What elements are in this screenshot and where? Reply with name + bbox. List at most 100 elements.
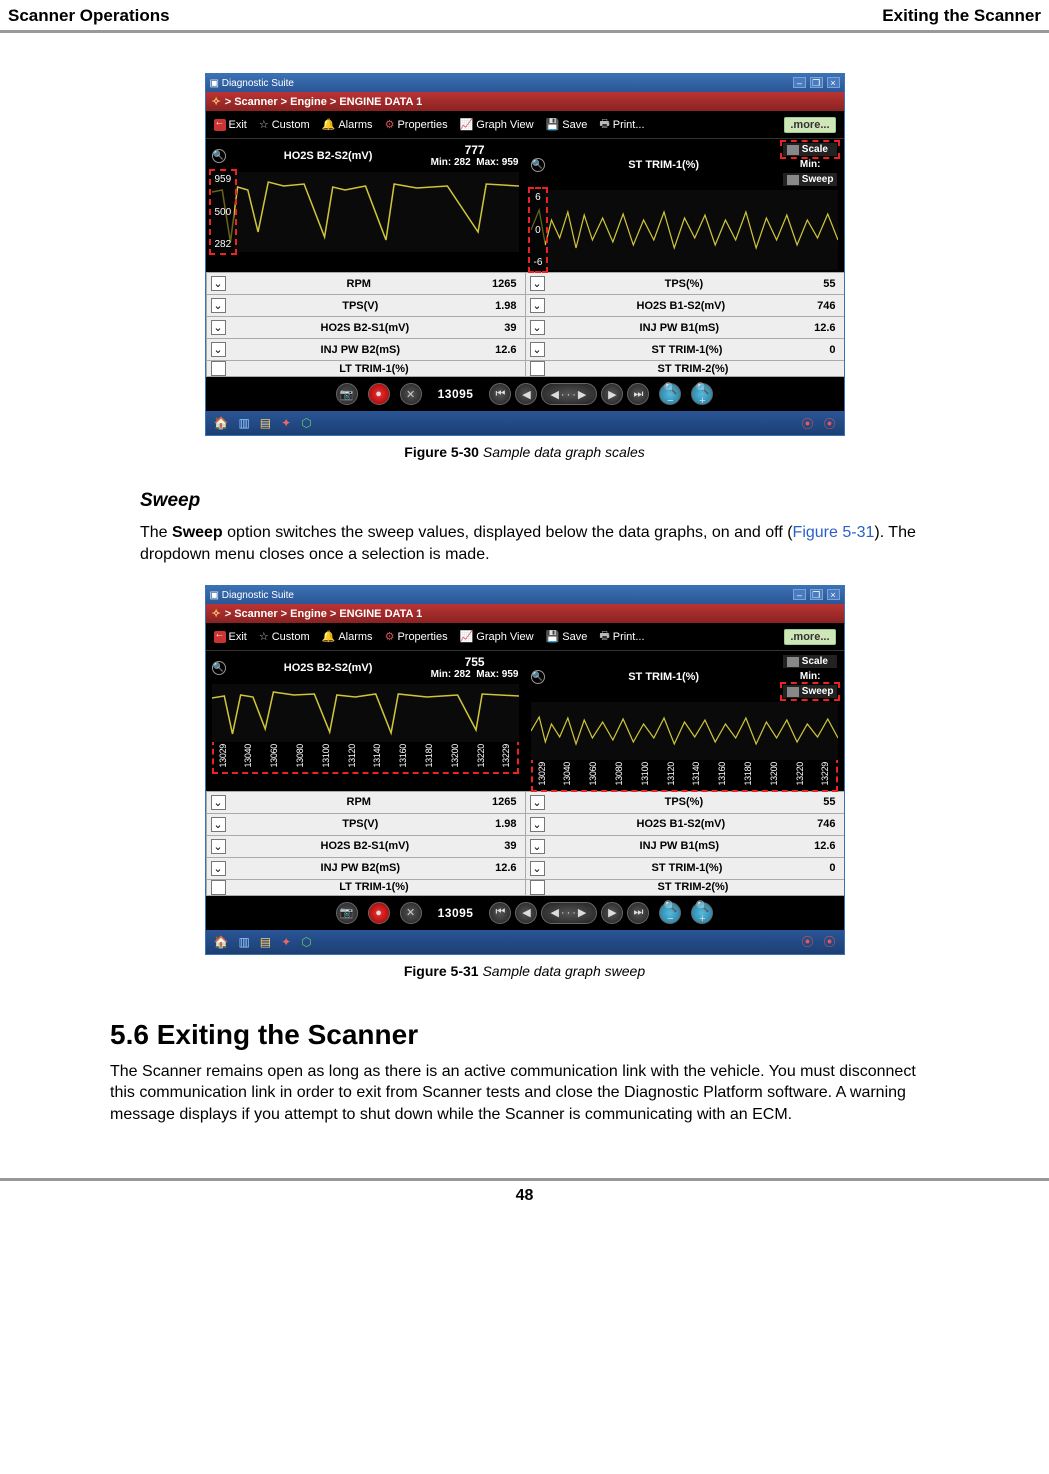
checkbox-icon[interactable]: ⌄: [211, 320, 226, 335]
task-icon[interactable]: ▤: [260, 935, 271, 949]
more-button[interactable]: .more...: [784, 629, 835, 645]
clear-button[interactable]: ✕: [400, 383, 422, 405]
list-item[interactable]: ⌄HO2S B2-S1(mV)39: [206, 836, 525, 857]
checkbox-icon[interactable]: ⌄: [530, 276, 545, 291]
list-item[interactable]: ⌄TPS(V)1.98: [206, 295, 525, 316]
exit-button[interactable]: Exit: [214, 631, 247, 643]
scrub-button[interactable]: ◀···▶: [541, 902, 597, 924]
minimize-button[interactable]: –: [793, 589, 806, 600]
step-back-button[interactable]: ◀: [515, 902, 537, 924]
maximize-button[interactable]: ❐: [810, 77, 823, 88]
window-controls[interactable]: – ❐ ×: [792, 77, 840, 89]
checkbox-icon[interactable]: ⌄: [530, 817, 545, 832]
custom-button[interactable]: ☆Custom: [259, 118, 310, 131]
home-icon[interactable]: 🏠: [214, 935, 229, 949]
zoom-out-button[interactable]: 🔍−: [659, 902, 681, 924]
properties-button[interactable]: ⚙Properties: [385, 630, 448, 643]
window-controls[interactable]: – ❐ ×: [792, 589, 840, 601]
list-item[interactable]: ⌄TPS(%)55: [525, 792, 844, 813]
list-item[interactable]: ⌄HO2S B1-S2(mV)746: [525, 814, 844, 835]
print-button[interactable]: 🖶Print...: [599, 115, 644, 134]
list-item[interactable]: ⌄ST TRIM-1(%)0: [525, 858, 844, 879]
task-icon[interactable]: ⬡: [301, 416, 311, 430]
record-button[interactable]: ●: [368, 383, 390, 405]
checkbox-icon[interactable]: [530, 361, 545, 376]
step-forward-button[interactable]: ▶: [601, 383, 623, 405]
zoom-out-button[interactable]: 🔍−: [659, 383, 681, 405]
checkbox-icon[interactable]: ⌄: [530, 298, 545, 313]
scrub-button[interactable]: ◀···▶: [541, 383, 597, 405]
window-icon[interactable]: ▥: [238, 416, 249, 430]
alarms-button[interactable]: 🔔Alarms: [322, 118, 373, 131]
list-item[interactable]: LT TRIM-1(%): [206, 880, 525, 896]
list-item[interactable]: ⌄TPS(V)1.98: [206, 814, 525, 835]
list-item[interactable]: LT TRIM-1(%): [206, 361, 525, 377]
list-item[interactable]: ST TRIM-2(%): [525, 361, 844, 377]
list-item[interactable]: ⌄RPM1265: [206, 273, 525, 294]
list-item[interactable]: ⌄TPS(%)55: [525, 273, 844, 294]
checkbox-icon[interactable]: ⌄: [211, 342, 226, 357]
snapshot-button[interactable]: 📷: [336, 383, 358, 405]
checkbox-icon[interactable]: [530, 880, 545, 895]
magnifier-icon[interactable]: 🔍: [531, 158, 545, 172]
list-item[interactable]: ST TRIM-2(%): [525, 880, 844, 896]
sweep-button[interactable]: Sweep: [783, 173, 838, 186]
checkbox-icon[interactable]: [211, 361, 226, 376]
print-button[interactable]: 🖶Print...: [599, 627, 644, 646]
save-button[interactable]: 💾Save: [546, 630, 588, 643]
minimize-button[interactable]: –: [793, 77, 806, 88]
checkbox-icon[interactable]: ⌄: [530, 839, 545, 854]
checkbox-icon[interactable]: ⌄: [211, 795, 226, 810]
custom-button[interactable]: ☆Custom: [259, 630, 310, 643]
graph-view-button[interactable]: 📈Graph View: [460, 118, 534, 131]
list-item[interactable]: ⌄INJ PW B1(mS)12.6: [525, 836, 844, 857]
breadcrumb[interactable]: ✧ > Scanner > Engine > ENGINE DATA 1: [206, 604, 844, 623]
step-forward-button[interactable]: ▶: [601, 902, 623, 924]
save-button[interactable]: 💾Save: [546, 118, 588, 131]
properties-button[interactable]: ⚙Properties: [385, 118, 448, 131]
maximize-button[interactable]: ❐: [810, 589, 823, 600]
checkbox-icon[interactable]: ⌄: [211, 817, 226, 832]
home-icon[interactable]: 🏠: [214, 416, 229, 430]
magnifier-icon[interactable]: 🔍: [212, 149, 226, 163]
scale-button[interactable]: Scale: [783, 655, 838, 668]
alarms-button[interactable]: 🔔Alarms: [322, 630, 373, 643]
graph-view-button[interactable]: 📈Graph View: [460, 630, 534, 643]
list-item[interactable]: ⌄HO2S B1-S2(mV)746: [525, 295, 844, 316]
checkbox-icon[interactable]: ⌄: [530, 320, 545, 335]
skip-end-button[interactable]: ⏭: [627, 383, 649, 405]
task-icon[interactable]: ▤: [260, 416, 271, 430]
scale-button[interactable]: Scale: [783, 143, 838, 156]
zoom-in-button[interactable]: 🔍+: [691, 383, 713, 405]
task-icon[interactable]: ✦: [281, 935, 291, 949]
task-icon[interactable]: ✦: [281, 416, 291, 430]
zoom-in-button[interactable]: 🔍+: [691, 902, 713, 924]
skip-start-button[interactable]: ⏮: [489, 383, 511, 405]
more-button[interactable]: .more...: [784, 117, 835, 133]
checkbox-icon[interactable]: ⌄: [530, 342, 545, 357]
breadcrumb[interactable]: ✧ > Scanner > Engine > ENGINE DATA 1: [206, 92, 844, 111]
step-back-button[interactable]: ◀: [515, 383, 537, 405]
exit-button[interactable]: Exit: [214, 119, 247, 131]
close-button[interactable]: ×: [827, 589, 840, 600]
figure-link[interactable]: Figure 5-31: [793, 524, 875, 541]
skip-end-button[interactable]: ⏭: [627, 902, 649, 924]
record-button[interactable]: ●: [368, 902, 390, 924]
window-icon[interactable]: ▥: [238, 935, 249, 949]
sweep-button[interactable]: Sweep: [783, 685, 838, 698]
list-item[interactable]: ⌄RPM1265: [206, 792, 525, 813]
close-button[interactable]: ×: [827, 77, 840, 88]
checkbox-icon[interactable]: ⌄: [211, 839, 226, 854]
list-item[interactable]: ⌄ST TRIM-1(%)0: [525, 339, 844, 360]
list-item[interactable]: ⌄HO2S B2-S1(mV)39: [206, 317, 525, 338]
checkbox-icon[interactable]: ⌄: [211, 276, 226, 291]
magnifier-icon[interactable]: 🔍: [531, 670, 545, 684]
skip-start-button[interactable]: ⏮: [489, 902, 511, 924]
clear-button[interactable]: ✕: [400, 902, 422, 924]
list-item[interactable]: ⌄INJ PW B1(mS)12.6: [525, 317, 844, 338]
checkbox-icon[interactable]: ⌄: [211, 298, 226, 313]
snapshot-button[interactable]: 📷: [336, 902, 358, 924]
checkbox-icon[interactable]: ⌄: [530, 795, 545, 810]
checkbox-icon[interactable]: ⌄: [530, 861, 545, 876]
list-item[interactable]: ⌄INJ PW B2(mS)12.6: [206, 339, 525, 360]
